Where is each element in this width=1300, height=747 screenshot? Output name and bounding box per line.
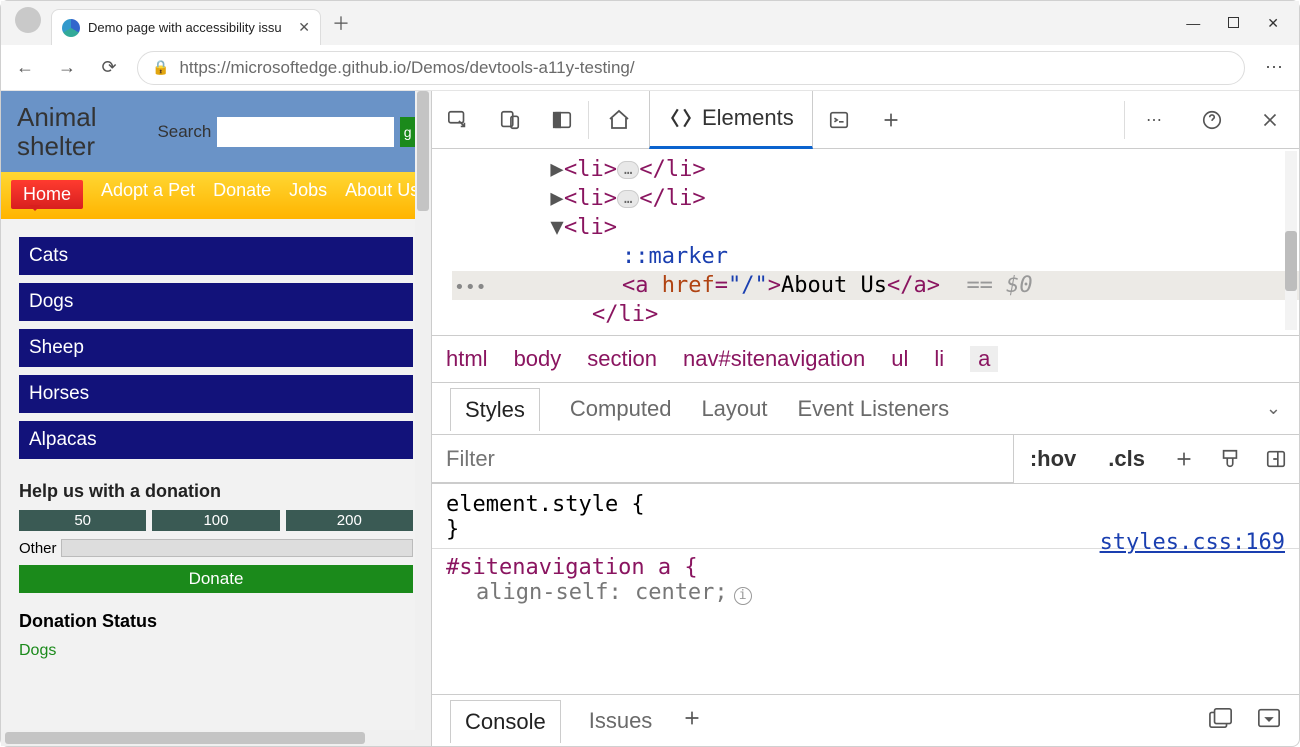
nav-jobs[interactable]: Jobs (289, 180, 327, 209)
site-navigation: Home Adopt a Pet Donate Jobs About Us (1, 172, 431, 219)
search-go-button[interactable]: g (400, 117, 415, 147)
event-listeners-tab[interactable]: Event Listeners (798, 396, 950, 422)
elements-tab[interactable]: Elements (649, 91, 813, 149)
dock-side-icon[interactable] (536, 91, 588, 149)
dom-node-menu-icon[interactable]: ••• (454, 277, 487, 298)
nav-about[interactable]: About Us (345, 180, 419, 209)
toggle-hov-button[interactable]: :hov (1014, 446, 1092, 472)
donation-amount-button[interactable]: 100 (152, 510, 279, 531)
styles-tab[interactable]: Styles (450, 388, 540, 431)
dom-scrollbar[interactable] (1285, 151, 1297, 330)
console-shortcut-icon[interactable] (813, 91, 865, 149)
site-title: Animal shelter (17, 103, 151, 160)
tab-title: Demo page with accessibility issu (88, 20, 290, 35)
nav-donate[interactable]: Donate (213, 180, 271, 209)
device-emulation-icon[interactable] (484, 91, 536, 149)
donation-header: Help us with a donation (19, 481, 413, 502)
search-input[interactable] (217, 117, 394, 147)
category-link[interactable]: Horses (19, 375, 413, 413)
category-link[interactable]: Sheep (19, 329, 413, 367)
nav-home[interactable]: Home (11, 180, 83, 209)
close-tab-icon[interactable]: ✕ (298, 19, 310, 36)
donation-amount-button[interactable]: 200 (286, 510, 413, 531)
settings-more-icon[interactable]: ⋯ (1125, 91, 1183, 149)
donation-status-header: Donation Status (19, 611, 413, 632)
page-horizontal-scrollbar[interactable] (1, 730, 431, 746)
donation-status-value: Dogs (19, 642, 413, 660)
page-vertical-scrollbar[interactable] (415, 91, 431, 730)
donation-amount-button[interactable]: 50 (19, 510, 146, 531)
new-tab-button[interactable]: ＋ (325, 7, 357, 39)
category-link[interactable]: Alpacas (19, 421, 413, 459)
window-close-icon[interactable]: ✕ (1267, 15, 1279, 32)
help-icon[interactable] (1183, 91, 1241, 149)
address-bar[interactable]: 🔒 https://microsoftedge.github.io/Demos/… (137, 51, 1245, 85)
issues-drawer-tab[interactable]: Issues (589, 708, 653, 734)
search-label: Search (157, 122, 211, 142)
more-tabs-button[interactable] (865, 91, 917, 149)
category-link[interactable]: Cats (19, 237, 413, 275)
other-label: Other (19, 540, 57, 557)
edge-favicon (62, 19, 80, 37)
back-button[interactable]: ← (11, 54, 39, 82)
browser-menu-button[interactable]: ⋯ (1259, 57, 1289, 78)
toggle-cls-button[interactable]: .cls (1092, 446, 1161, 472)
layout-tab[interactable]: Layout (701, 396, 767, 422)
css-rules-panel[interactable]: element.style { } #sitenavigation a { al… (432, 484, 1299, 694)
reload-button[interactable]: ⟳ (95, 54, 123, 82)
drawer-add-tab-icon[interactable] (680, 707, 704, 735)
console-drawer-tab[interactable]: Console (450, 700, 561, 743)
window-minimize-icon[interactable]: — (1186, 15, 1200, 32)
drawer-dock-icon[interactable] (1209, 707, 1233, 735)
stylesheet-link[interactable]: styles.css:169 (1100, 530, 1285, 555)
welcome-tab[interactable] (589, 91, 649, 149)
profile-avatar[interactable] (15, 7, 41, 33)
category-link[interactable]: Dogs (19, 283, 413, 321)
nav-adopt[interactable]: Adopt a Pet (101, 180, 195, 209)
computed-tab[interactable]: Computed (570, 396, 672, 422)
donate-button[interactable]: Donate (19, 565, 413, 593)
pane-overflow-icon[interactable]: ⌄ (1266, 398, 1281, 419)
new-style-rule-icon[interactable] (1161, 448, 1207, 470)
window-maximize-icon[interactable] (1228, 15, 1239, 32)
dom-tree[interactable]: ▶<li>…</li> ▶<li>…</li> ▼<li> ::marker •… (432, 149, 1299, 335)
inspect-element-icon[interactable] (432, 91, 484, 149)
drawer-collapse-icon[interactable] (1257, 707, 1281, 735)
url-text: https://microsoftedge.github.io/Demos/de… (179, 58, 634, 78)
close-devtools-icon[interactable] (1241, 91, 1299, 149)
browser-tab[interactable]: Demo page with accessibility issu ✕ (51, 9, 321, 45)
elements-tab-label: Elements (702, 105, 794, 131)
styles-filter-input[interactable] (432, 435, 1014, 483)
paintbrush-icon[interactable] (1207, 448, 1253, 470)
lock-icon: 🔒 (152, 59, 169, 76)
other-amount-input[interactable] (61, 539, 413, 557)
computed-sidebar-icon[interactable] (1253, 448, 1299, 470)
dom-breadcrumbs[interactable]: html body section nav#sitenavigation ul … (432, 335, 1299, 383)
forward-button[interactable]: → (53, 54, 81, 82)
